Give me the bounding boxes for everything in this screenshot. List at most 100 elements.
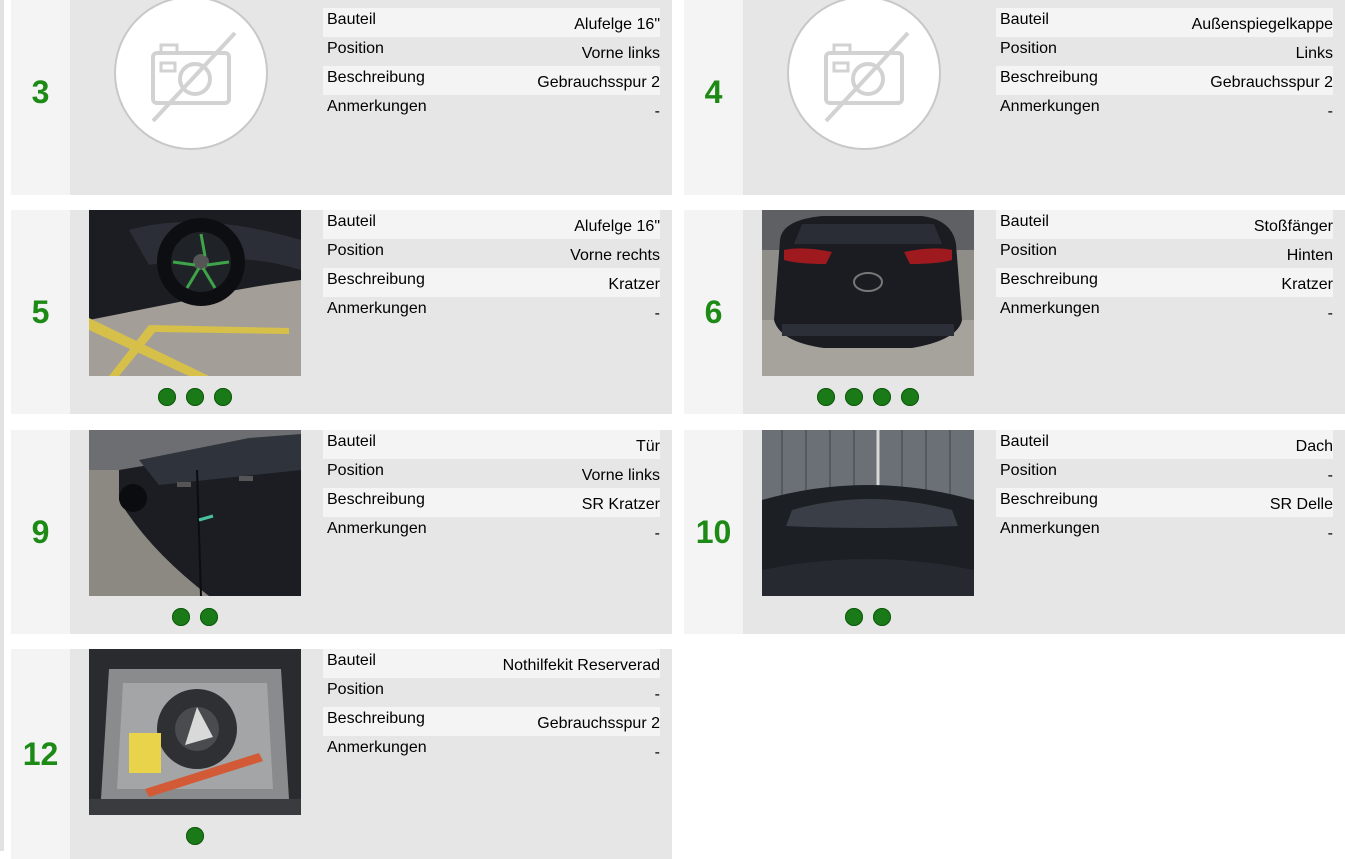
label-description: Beschreibung [1000, 271, 1098, 288]
photo-dot[interactable] [845, 388, 863, 406]
photo-dot[interactable] [817, 388, 835, 406]
damage-number: 3 [31, 74, 50, 110]
label-description: Beschreibung [327, 271, 425, 288]
damage-details: Bauteil Tür Position Vorne links Beschreib… [323, 430, 660, 546]
value-description: Kratzer [608, 276, 660, 293]
label-part: Bauteil [327, 433, 376, 450]
value-position: Vorne rechts [570, 247, 660, 264]
damage-number-cell: 4 [684, 0, 743, 195]
row-description: Beschreibung Gebrauchsspur 2 [323, 707, 660, 736]
value-position: Vorne links [581, 467, 660, 484]
photo-dot[interactable] [873, 608, 891, 626]
row-part: Bauteil Tür [323, 430, 660, 459]
label-part: Bauteil [327, 652, 376, 669]
value-description: Kratzer [1281, 276, 1333, 293]
photo-indicator [762, 388, 974, 406]
label-position: Position [1000, 462, 1057, 479]
row-part: Bauteil Nothilfekit Reserverad [323, 649, 660, 678]
row-position: Position Hinten [996, 239, 1333, 268]
spare-wheel-kit-photo[interactable] [89, 649, 301, 815]
front-wheel-photo[interactable] [89, 210, 301, 376]
front-door-photo[interactable] [89, 430, 301, 596]
damage-details: Bauteil Alufelge 16" Position Vorne links … [323, 8, 660, 124]
rear-bumper-photo[interactable] [762, 210, 974, 376]
damage-number-cell: 12 [11, 649, 70, 859]
damage-card: 4 Bauteil Außenspiegelkappe Position Links… [684, 0, 1345, 195]
photo-dot[interactable] [186, 388, 204, 406]
label-part: Bauteil [1000, 433, 1049, 450]
photo-dot[interactable] [200, 608, 218, 626]
value-description: Gebrauchsspur 2 [537, 74, 660, 91]
label-position: Position [327, 681, 384, 698]
value-notes: - [654, 103, 660, 120]
photo-dot[interactable] [158, 388, 176, 406]
damage-card: 6 Bauteil Stoßfänger Position Hinten Besch… [684, 210, 1345, 414]
label-position: Position [327, 462, 384, 479]
label-notes: Anmerkungen [1000, 98, 1100, 115]
value-notes: - [654, 744, 660, 761]
row-part: Bauteil Alufelge 16" [323, 8, 660, 37]
damage-card: 3 Bauteil Alufelge 16" Position Vorne link… [11, 0, 672, 195]
label-position: Position [1000, 40, 1057, 57]
row-part: Bauteil Dach [996, 430, 1333, 459]
label-part: Bauteil [327, 11, 376, 28]
value-notes: - [654, 525, 660, 542]
page-left-bar [0, 0, 4, 851]
value-notes: - [1327, 525, 1333, 542]
damage-number-cell: 3 [11, 0, 70, 195]
photo-indicator [89, 827, 301, 845]
label-description: Beschreibung [1000, 491, 1098, 508]
label-part: Bauteil [327, 213, 376, 230]
photo-dot[interactable] [845, 608, 863, 626]
value-position: - [1327, 467, 1333, 484]
row-notes: Anmerkungen - [996, 95, 1333, 124]
label-notes: Anmerkungen [327, 520, 427, 537]
photo-dot[interactable] [214, 388, 232, 406]
no-image-icon [784, 0, 944, 153]
value-description: SR Delle [1269, 496, 1333, 513]
value-part: Außenspiegelkappe [1191, 16, 1333, 33]
row-part: Bauteil Stoßfänger [996, 210, 1333, 239]
value-notes: - [654, 305, 660, 322]
row-notes: Anmerkungen - [323, 517, 660, 546]
damage-details: Bauteil Stoßfänger Position Hinten Beschre… [996, 210, 1333, 326]
label-position: Position [327, 40, 384, 57]
damage-number: 9 [31, 513, 50, 550]
photo-dot[interactable] [186, 827, 204, 845]
value-position: - [654, 686, 660, 703]
damage-number-cell: 6 [684, 210, 743, 414]
label-position: Position [327, 242, 384, 259]
photo-indicator [89, 608, 301, 626]
label-description: Beschreibung [327, 710, 425, 727]
value-description: Gebrauchsspur 2 [1210, 74, 1333, 91]
value-part: Nothilfekit Reserverad [502, 657, 660, 674]
value-position: Vorne links [581, 45, 660, 62]
row-notes: Anmerkungen - [996, 297, 1333, 326]
label-part: Bauteil [1000, 213, 1049, 230]
value-position: Hinten [1286, 247, 1333, 264]
row-description: Beschreibung Kratzer [323, 268, 660, 297]
damage-details: Bauteil Alufelge 16" Position Vorne rechts… [323, 210, 660, 326]
label-description: Beschreibung [327, 491, 425, 508]
label-notes: Anmerkungen [327, 300, 427, 317]
photo-dot[interactable] [172, 608, 190, 626]
damage-card: 12 Bauteil Nothilfekit Reserverad Positio… [11, 649, 672, 859]
row-description: Beschreibung SR Delle [996, 488, 1333, 517]
photo-dot[interactable] [901, 388, 919, 406]
damage-card: 9 Bauteil Tür Position Vorne links Beschre… [11, 430, 672, 634]
photo-dot[interactable] [873, 388, 891, 406]
label-notes: Anmerkungen [327, 98, 427, 115]
row-part: Bauteil Außenspiegelkappe [996, 8, 1333, 37]
label-notes: Anmerkungen [1000, 300, 1100, 317]
photo-indicator [762, 608, 974, 626]
damage-number-cell: 9 [11, 430, 70, 634]
value-part: Stoßfänger [1253, 218, 1333, 235]
damage-details: Bauteil Außenspiegelkappe Position Links B… [996, 8, 1333, 124]
damage-number: 6 [704, 293, 723, 330]
value-position: Links [1295, 45, 1333, 62]
row-description: Beschreibung Kratzer [996, 268, 1333, 297]
row-notes: Anmerkungen - [323, 95, 660, 124]
roof-photo[interactable] [762, 430, 974, 596]
value-part: Tür [636, 438, 660, 455]
row-description: Beschreibung Gebrauchsspur 2 [323, 66, 660, 95]
